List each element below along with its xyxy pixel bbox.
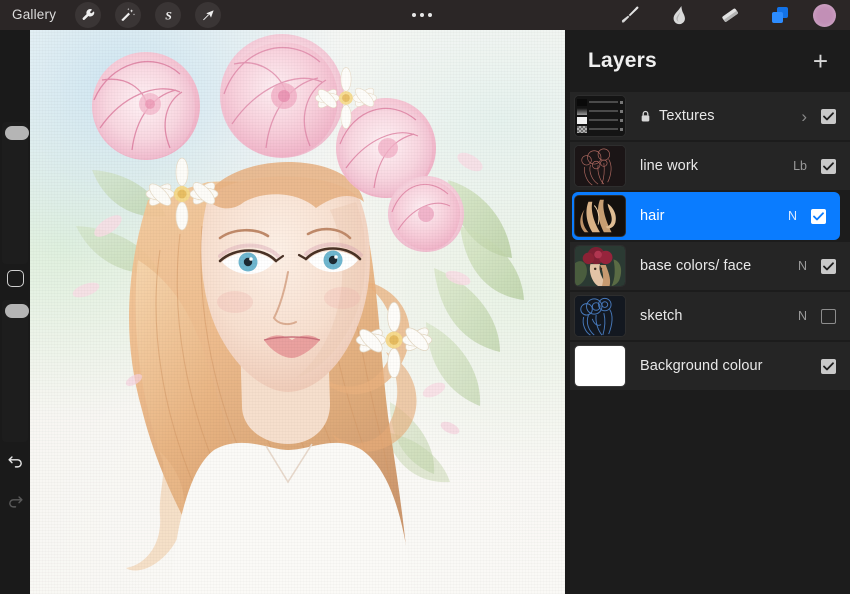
layer-visibility-checkbox[interactable] bbox=[821, 258, 836, 274]
layer-row-background-colour[interactable]: Background colour bbox=[570, 342, 850, 390]
layer-info: sketch bbox=[626, 308, 793, 324]
mini-dot bbox=[620, 109, 623, 113]
mini-swatch bbox=[577, 125, 587, 133]
layer-controls bbox=[821, 358, 850, 374]
mini-dot bbox=[620, 100, 623, 104]
layer-info: Background colour bbox=[626, 358, 821, 374]
blend-mode-label[interactable]: N bbox=[793, 309, 807, 323]
brush-size-slider[interactable] bbox=[2, 122, 29, 264]
actions-wrench-icon[interactable] bbox=[75, 2, 102, 28]
mini-layer-row bbox=[575, 125, 625, 133]
layer-name: line work bbox=[640, 158, 699, 174]
top-toolbar: Gallery S bbox=[0, 0, 850, 30]
chevron-right-icon[interactable]: › bbox=[801, 108, 807, 125]
redo-icon[interactable] bbox=[0, 480, 30, 520]
layer-visibility-checkbox[interactable] bbox=[821, 308, 836, 324]
brush-size-knob[interactable] bbox=[5, 126, 29, 140]
mini-label bbox=[589, 101, 618, 103]
layer-info: line work bbox=[626, 158, 793, 174]
overflow-menu-icon[interactable] bbox=[412, 0, 432, 30]
layer-controls: N bbox=[793, 258, 850, 274]
mini-dot bbox=[620, 118, 623, 122]
layer-row-base-colors-face[interactable]: base colors/ face N bbox=[570, 242, 850, 290]
artwork bbox=[30, 30, 565, 594]
layer-info: hair bbox=[626, 208, 783, 224]
layer-name: Textures bbox=[659, 108, 715, 124]
dot bbox=[420, 13, 424, 17]
layer-thumbnail-line-work[interactable] bbox=[574, 145, 626, 187]
layer-thumbnail-background[interactable] bbox=[574, 345, 626, 387]
gallery-button[interactable]: Gallery bbox=[0, 0, 68, 30]
layer-row-hair[interactable]: hair N bbox=[572, 192, 840, 240]
right-tool-group bbox=[605, 0, 850, 30]
layer-thumbnail-sketch[interactable] bbox=[574, 295, 626, 337]
modify-button[interactable] bbox=[7, 270, 24, 287]
transform-arrow-icon[interactable] bbox=[195, 2, 222, 28]
mini-swatch bbox=[577, 98, 587, 106]
undo-icon[interactable] bbox=[0, 440, 30, 480]
lock-icon bbox=[640, 110, 651, 123]
layers-panel: Layers + Textures › line work Lb hair N … bbox=[570, 30, 850, 594]
layer-list: Textures › line work Lb hair N base colo… bbox=[570, 92, 850, 390]
mini-label bbox=[589, 110, 618, 112]
layer-controls: Lb bbox=[793, 158, 850, 174]
layer-name: hair bbox=[640, 208, 665, 224]
blend-mode-label[interactable]: Lb bbox=[793, 159, 807, 173]
layer-name: sketch bbox=[640, 308, 683, 324]
add-layer-button[interactable]: + bbox=[813, 48, 828, 74]
layer-controls: N bbox=[793, 308, 850, 324]
layer-controls: N bbox=[783, 208, 840, 224]
dot bbox=[428, 13, 432, 17]
left-tool-group: Gallery S bbox=[0, 0, 228, 30]
layer-visibility-checkbox[interactable] bbox=[821, 158, 836, 174]
canvas-sheet[interactable] bbox=[30, 30, 565, 594]
layer-thumbnail-textures[interactable] bbox=[574, 95, 626, 137]
layer-thumbnail-base-colors[interactable] bbox=[574, 245, 626, 287]
layer-visibility-checkbox[interactable] bbox=[811, 208, 826, 224]
layer-thumbnail-hair[interactable] bbox=[574, 195, 626, 237]
dot bbox=[412, 13, 416, 17]
layer-info: Textures bbox=[626, 108, 801, 124]
undo-redo-group bbox=[0, 440, 30, 520]
mini-dot bbox=[620, 127, 623, 131]
procreate-app: Gallery S Layers + Textures › line work … bbox=[0, 0, 850, 594]
layer-name: Background colour bbox=[640, 358, 763, 374]
layer-name: base colors/ face bbox=[640, 258, 752, 274]
layer-visibility-checkbox[interactable] bbox=[821, 358, 836, 374]
layer-controls: › bbox=[801, 108, 850, 125]
layer-visibility-checkbox[interactable] bbox=[821, 108, 836, 124]
color-swatch-button[interactable] bbox=[813, 3, 836, 27]
layers-panel-header: Layers + bbox=[570, 30, 850, 92]
svg-text:S: S bbox=[165, 8, 172, 22]
paint-brush-icon[interactable] bbox=[605, 0, 655, 30]
mini-swatch bbox=[577, 107, 587, 115]
mini-layer-row bbox=[575, 107, 625, 115]
mini-label bbox=[589, 128, 618, 130]
mini-layer-row bbox=[575, 116, 625, 124]
mini-swatch bbox=[577, 116, 587, 124]
layer-row-sketch[interactable]: sketch N bbox=[570, 292, 850, 340]
blend-mode-label[interactable]: N bbox=[793, 259, 807, 273]
opacity-slider[interactable] bbox=[2, 300, 29, 442]
layers-panel-title: Layers bbox=[588, 49, 657, 72]
blend-mode-label[interactable]: N bbox=[783, 209, 797, 223]
opacity-knob[interactable] bbox=[5, 304, 29, 318]
left-sidebar bbox=[0, 122, 30, 508]
layer-info: base colors/ face bbox=[626, 258, 793, 274]
eraser-icon[interactable] bbox=[705, 0, 755, 30]
layer-row-line-work[interactable]: line work Lb bbox=[570, 142, 850, 190]
layers-icon[interactable] bbox=[755, 0, 805, 30]
mini-layer-row bbox=[575, 98, 625, 106]
layer-row-textures[interactable]: Textures › bbox=[570, 92, 850, 140]
canvas-area[interactable] bbox=[0, 30, 570, 594]
mini-label bbox=[589, 119, 618, 121]
smudge-icon[interactable] bbox=[655, 0, 705, 30]
adjustments-wand-icon[interactable] bbox=[115, 2, 142, 28]
nested-group-stack bbox=[575, 96, 625, 136]
selection-s-icon[interactable]: S bbox=[155, 2, 182, 28]
